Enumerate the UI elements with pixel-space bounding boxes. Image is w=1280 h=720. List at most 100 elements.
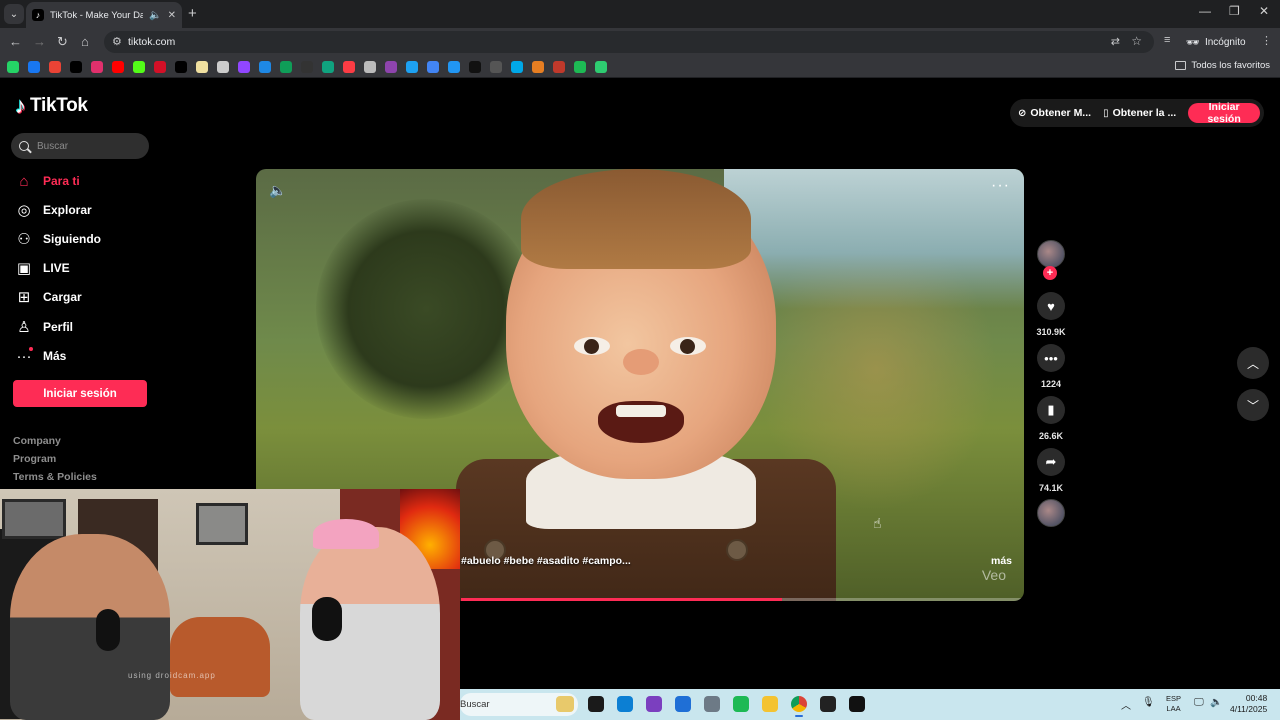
- media-control-icon[interactable]: ≡: [1164, 34, 1170, 46]
- chrome-app-icon[interactable]: [791, 696, 807, 717]
- sidebar-item-mas[interactable]: ··· Más: [16, 346, 66, 366]
- home-button[interactable]: ⌂: [81, 34, 89, 50]
- taskbar-search[interactable]: Buscar: [460, 693, 578, 716]
- tiktok-logo[interactable]: ♪ TikTok: [15, 95, 88, 117]
- forward-button[interactable]: →: [33, 34, 46, 50]
- incognito-indicator[interactable]: 🕶 Incógnito: [1186, 33, 1246, 51]
- get-app-button[interactable]: ▯ Obtener la ...: [1103, 107, 1176, 119]
- reload-button[interactable]: ↻: [57, 34, 68, 50]
- bookmark-favicon-icon[interactable]: [133, 61, 145, 73]
- volume-icon[interactable]: 🔈: [269, 182, 286, 199]
- sidebar-login-button[interactable]: Iniciar sesión: [13, 380, 147, 407]
- sidebar-item-para-ti[interactable]: ⌂ Para ti: [16, 171, 79, 191]
- bookmark-favicon-icon[interactable]: [322, 61, 334, 73]
- tab-search-menu-button[interactable]: ⌄: [4, 4, 24, 24]
- search-icon: [19, 141, 29, 151]
- minimize-button[interactable]: —: [1199, 4, 1211, 18]
- save-button[interactable]: ▮: [1037, 396, 1065, 424]
- all-bookmarks-button[interactable]: Todos los favoritos: [1175, 60, 1270, 71]
- bookmark-favicon-icon[interactable]: [385, 61, 397, 73]
- caption-more-link[interactable]: más: [991, 555, 1012, 567]
- bookmark-favicon-icon[interactable]: [448, 61, 460, 73]
- bookmark-favicon-icon[interactable]: [49, 61, 61, 73]
- bookmark-favicon-icon[interactable]: [112, 61, 124, 73]
- bookmark-favicon-icon[interactable]: [259, 61, 271, 73]
- bookmark-favicon-icon[interactable]: [343, 61, 355, 73]
- sidebar-item-cargar[interactable]: ⊞ Cargar: [16, 287, 82, 307]
- more-options-icon[interactable]: ···: [991, 177, 1010, 195]
- bookmark-favicon-icon[interactable]: [217, 61, 229, 73]
- video-progress-bar[interactable]: [461, 598, 1024, 601]
- top-login-button[interactable]: Iniciar sesión: [1188, 101, 1260, 125]
- visual-studio-app-icon[interactable]: [646, 696, 662, 712]
- sidebar-item-perfil[interactable]: ♙ Perfil: [16, 317, 73, 337]
- bookmark-favicon-icon[interactable]: [175, 61, 187, 73]
- speaker-icon[interactable]: 🔈: [149, 10, 161, 21]
- bookmark-favicon-icon[interactable]: [28, 61, 40, 73]
- app-dark-app-icon[interactable]: [820, 696, 836, 712]
- url-text[interactable]: tiktok.com: [128, 36, 175, 48]
- next-video-button[interactable]: ﹀: [1237, 389, 1269, 421]
- bookmark-favicon-icon[interactable]: [364, 61, 376, 73]
- like-button[interactable]: ♥: [1037, 292, 1065, 320]
- share-button[interactable]: ➦: [1037, 448, 1065, 476]
- comment-button[interactable]: •••: [1037, 344, 1065, 372]
- get-coins-button[interactable]: ⊘ Obtener M...: [1018, 107, 1091, 119]
- spotify-app-icon[interactable]: [733, 696, 749, 712]
- bookmark-favicon-icon[interactable]: [7, 61, 19, 73]
- browser-menu-icon[interactable]: ⋮: [1261, 34, 1272, 47]
- settings-app-icon[interactable]: [704, 696, 720, 712]
- search-input[interactable]: [37, 140, 137, 152]
- bookmark-favicon-icon[interactable]: [91, 61, 103, 73]
- restore-button[interactable]: ❐: [1229, 4, 1240, 18]
- follow-plus-icon[interactable]: +: [1043, 266, 1057, 280]
- close-tab-icon[interactable]: ✕: [168, 10, 176, 21]
- new-tab-button[interactable]: +: [188, 5, 197, 23]
- bookmark-favicon-icon[interactable]: [280, 61, 292, 73]
- creator-avatar[interactable]: [1037, 240, 1065, 268]
- system-clock[interactable]: 00:48 4/11/2025: [1230, 693, 1267, 715]
- bookmark-favicon-icon[interactable]: [553, 61, 565, 73]
- previous-video-button[interactable]: ︿: [1237, 347, 1269, 379]
- volume-tray-icon[interactable]: 🔈: [1210, 697, 1222, 708]
- store-app-icon[interactable]: [675, 696, 691, 712]
- bookmark-favicon-icon[interactable]: [532, 61, 544, 73]
- back-button[interactable]: ←: [9, 34, 22, 50]
- bookmark-favicon-icon[interactable]: [301, 61, 313, 73]
- network-icon[interactable]: 🖵: [1194, 697, 1204, 708]
- edge-app-icon[interactable]: [617, 696, 633, 712]
- sidebar-item-live[interactable]: ▣ LIVE: [16, 258, 70, 278]
- video-caption[interactable]: #abuelo #bebe #asadito #campo...: [461, 555, 631, 567]
- translate-icon[interactable]: ⇄: [1111, 35, 1120, 48]
- bookmark-star-icon[interactable]: ☆: [1131, 34, 1142, 48]
- file-explorer-app-icon[interactable]: [762, 696, 778, 712]
- sidebar-item-explorar[interactable]: ◎ Explorar: [16, 200, 91, 220]
- bookmark-favicon-icon[interactable]: [70, 61, 82, 73]
- video-overall-button-right: [726, 539, 748, 561]
- bookmark-favicon-icon[interactable]: [154, 61, 166, 73]
- language-indicator[interactable]: ESP LAA: [1166, 694, 1181, 714]
- footer-link-program[interactable]: Program: [13, 453, 56, 465]
- bookmark-favicon-icon[interactable]: [490, 61, 502, 73]
- app-black-app-icon[interactable]: [849, 696, 865, 712]
- bookmark-favicon-icon[interactable]: [406, 61, 418, 73]
- bookmark-favicon-icon[interactable]: [595, 61, 607, 73]
- site-info-icon[interactable]: ⚙: [112, 35, 122, 48]
- footer-link-company[interactable]: Company: [13, 435, 61, 447]
- microphone-tray-icon[interactable]: 🎙: [1142, 697, 1155, 708]
- tray-chevron-icon[interactable]: ︿: [1121, 697, 1131, 712]
- browser-tab[interactable]: ♪ TikTok - Make Your Day 🔈 ✕: [26, 2, 182, 28]
- search-box[interactable]: [11, 133, 149, 159]
- bookmark-favicon-icon[interactable]: [469, 61, 481, 73]
- bookmark-favicon-icon[interactable]: [238, 61, 250, 73]
- address-bar[interactable]: ⚙ tiktok.com ⇄ ☆: [104, 31, 1154, 53]
- bookmark-favicon-icon[interactable]: [196, 61, 208, 73]
- sidebar-item-siguiendo[interactable]: ⚇ Siguiendo: [16, 229, 101, 249]
- bookmark-favicon-icon[interactable]: [574, 61, 586, 73]
- window-close-button[interactable]: ✕: [1259, 4, 1269, 18]
- bookmark-favicon-icon[interactable]: [511, 61, 523, 73]
- task-view-app-icon[interactable]: [588, 696, 604, 712]
- footer-link-terms[interactable]: Terms & Policies: [13, 471, 97, 483]
- bookmark-favicon-icon[interactable]: [427, 61, 439, 73]
- sound-avatar[interactable]: [1037, 499, 1065, 527]
